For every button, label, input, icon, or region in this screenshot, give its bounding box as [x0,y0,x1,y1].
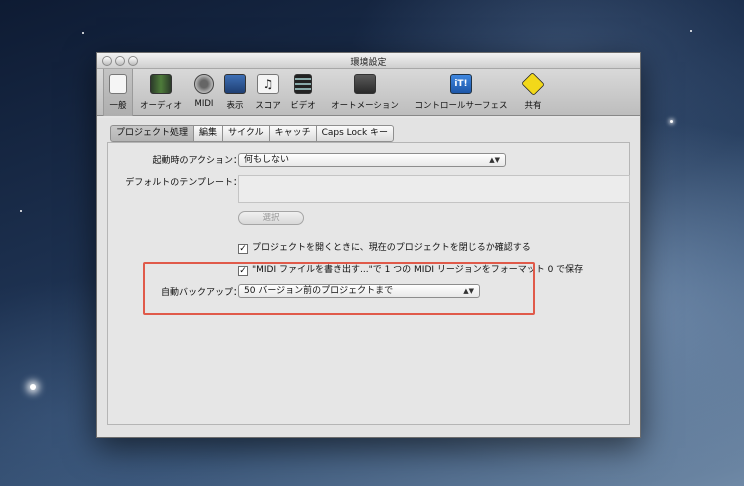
tab-editing[interactable]: 編集 [193,125,223,142]
toolbar-display[interactable]: 表示 [221,69,249,116]
toolbar-control-surface[interactable]: iT! コントロールサーフェス [409,69,513,116]
tab-caps-lock-keys[interactable]: Caps Lock キー [315,125,395,142]
toolbar-sharing[interactable]: 共有 [519,69,547,116]
star [82,32,84,34]
checkbox-checked-icon: ✓ [238,244,248,254]
video-icon [294,74,312,94]
tab-project-handling[interactable]: プロジェクト処理 [110,125,194,142]
preferences-window: 環境設定 一般 オーディオ MIDI 表示 ♫ スコア ビデオ オートメーション… [96,52,641,438]
display-icon [224,74,246,94]
sharing-icon [521,72,545,96]
default-template-label: デフォルトのテンプレート： [125,178,242,188]
toolbar-score[interactable]: ♫ スコア [253,69,283,116]
tab-cycle[interactable]: サイクル [222,125,269,142]
star [670,120,673,123]
startup-action-label: 起動時のアクション： [152,156,242,166]
startup-action-popup[interactable]: 何もしない ▲▼ [238,153,506,167]
control-surface-icon: iT! [450,74,472,94]
title-bar: 環境設定 [97,53,640,69]
select-template-button[interactable]: 選択 [238,211,304,225]
star [20,210,22,212]
general-icon [109,74,127,94]
toolbar-audio[interactable]: オーディオ [137,69,185,116]
window-title: 環境設定 [350,58,387,68]
audio-icon [150,74,172,94]
midi-icon [194,74,214,94]
confirm-close-label: プロジェクトを開くときに、現在のプロジェクトを閉じるか確認する [252,243,531,253]
default-template-field [238,175,630,203]
automation-icon [354,74,376,94]
toolbar-midi[interactable]: MIDI [189,69,219,116]
tab-catch[interactable]: キャッチ [268,125,316,142]
preferences-toolbar: 一般 オーディオ MIDI 表示 ♫ スコア ビデオ オートメーション iT! … [97,69,640,116]
confirm-close-checkbox[interactable]: ✓ プロジェクトを開くときに、現在のプロジェクトを閉じるか確認する [238,240,531,254]
star [30,384,36,390]
annotation-highlight-box [143,262,535,315]
startup-action-value: 何もしない [244,155,290,165]
toolbar-video[interactable]: ビデオ [287,69,319,116]
toolbar-general[interactable]: 一般 [103,69,133,116]
toolbar-automation[interactable]: オートメーション [325,69,405,116]
star [690,30,692,32]
popup-arrows-icon: ▲▼ [489,156,500,164]
score-icon: ♫ [257,74,279,94]
tab-bar: プロジェクト処理 編集 サイクル キャッチ Caps Lock キー [110,125,395,142]
